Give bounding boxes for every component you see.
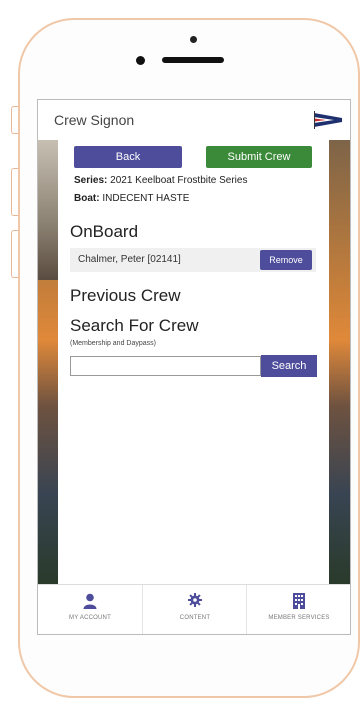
search-crew-subtitle: (Membership and Daypass): [70, 340, 156, 347]
volume-down-button: [11, 230, 18, 278]
submit-crew-button[interactable]: Submit Crew: [206, 146, 312, 168]
crew-member-name: Chalmer, Peter [02141]: [78, 254, 181, 265]
onboard-heading: OnBoard: [70, 222, 139, 241]
earpiece-speaker: [162, 57, 224, 63]
building-icon: [293, 593, 305, 609]
nav-label: MY ACCOUNT: [69, 615, 111, 621]
app-header: Crew Signon: [38, 100, 350, 141]
volume-up-button: [11, 168, 18, 216]
app-screen: Crew Signon Back Submit Crew Series: 202…: [37, 99, 351, 635]
gear-icon: [188, 593, 202, 607]
crew-list-item: Chalmer, Peter [02141] Remove: [70, 248, 316, 272]
nav-member-services[interactable]: MEMBER SERVICES: [246, 585, 350, 634]
nav-label: MEMBER SERVICES: [268, 615, 330, 621]
search-crew-heading: Search For Crew: [70, 316, 199, 335]
club-burgee-icon: [314, 111, 342, 129]
silent-switch: [11, 106, 18, 134]
series-label: Series:: [74, 175, 108, 186]
person-icon: [83, 593, 97, 609]
background-tree: [38, 140, 58, 280]
bottom-navigation: MY ACCOUNT CONTENT MEMBER SERVICES: [38, 584, 350, 634]
crew-signon-panel: Back Submit Crew Series: 2021 Keelboat F…: [58, 140, 329, 584]
boat-info: Boat: INDECENT HASTE: [74, 193, 189, 204]
page-title: Crew Signon: [54, 112, 135, 128]
previous-crew-heading: Previous Crew: [70, 286, 181, 305]
nav-content[interactable]: CONTENT: [142, 585, 247, 634]
boat-value: INDECENT HASTE: [102, 193, 190, 204]
back-button[interactable]: Back: [74, 146, 182, 168]
proximity-sensor: [136, 56, 145, 65]
front-camera: [190, 36, 197, 43]
series-info: Series: 2021 Keelboat Frostbite Series: [74, 175, 247, 186]
remove-crew-button[interactable]: Remove: [260, 250, 312, 270]
search-button[interactable]: Search: [261, 355, 317, 377]
series-value: 2021 Keelboat Frostbite Series: [110, 175, 248, 186]
search-input[interactable]: [70, 356, 261, 376]
nav-label: CONTENT: [179, 615, 211, 621]
nav-my-account[interactable]: MY ACCOUNT: [38, 585, 142, 634]
boat-label: Boat:: [74, 193, 100, 204]
